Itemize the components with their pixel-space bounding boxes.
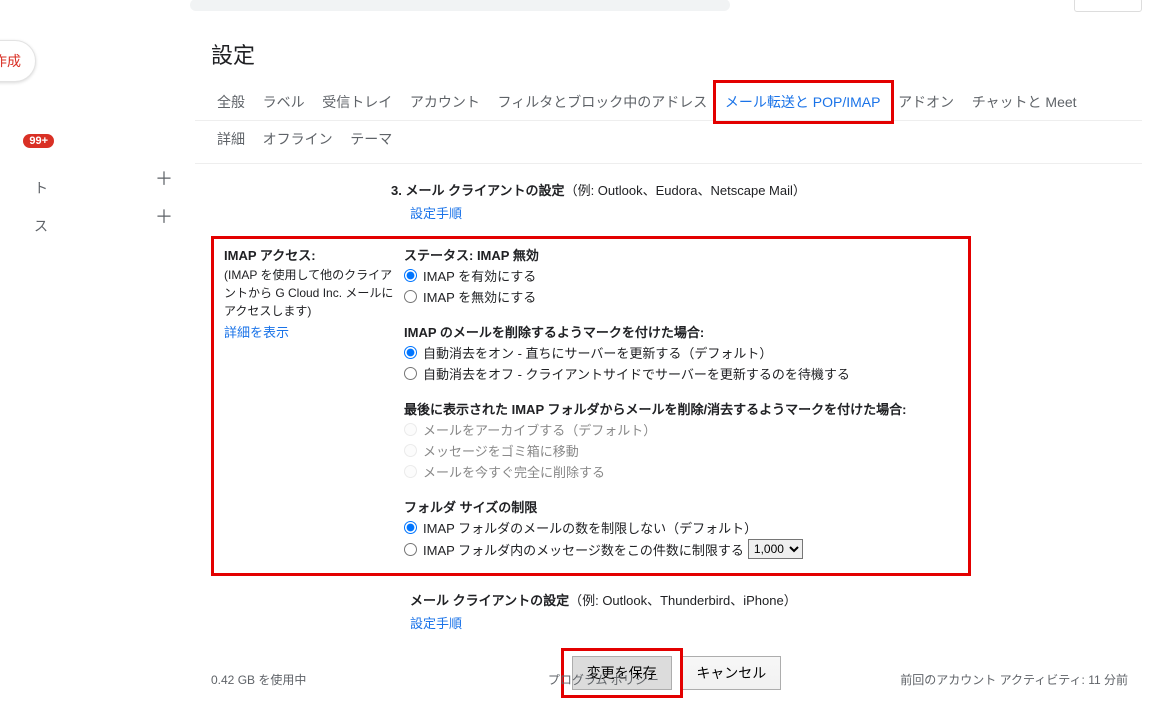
imap-disable-radio-label: IMAP を無効にする	[423, 287, 536, 306]
tab-offline[interactable]: オフライン	[257, 121, 339, 157]
limit-select[interactable]: 1,000	[748, 539, 803, 559]
storage-used: 0.42 GB を使用中	[211, 671, 306, 688]
imap-access-title: IMAP アクセス:	[224, 245, 394, 264]
expunge-on-radio-input[interactable]	[404, 346, 417, 359]
mail-client-setup-heading-2: メール クライアントの設定（例: Outlook、Thunderbird、iPh…	[410, 590, 1142, 609]
page-title: 設定	[195, 30, 1142, 84]
setup-steps-link[interactable]: 設定手順	[410, 206, 462, 221]
header-icons	[972, 0, 1012, 12]
tab-accounts[interactable]: アカウント	[404, 84, 486, 120]
sidebar-item-3[interactable]: ス	[0, 216, 54, 236]
tab-general[interactable]: 全般	[211, 84, 251, 120]
plus-icon[interactable]: ＋	[155, 165, 173, 191]
tab-chat-meet[interactable]: チャットと Meet	[966, 84, 1083, 120]
tab-themes[interactable]: テーマ	[344, 121, 398, 157]
trash-radio[interactable]: メッセージをゴミ箱に移動	[404, 441, 968, 460]
settings-tabs-row1: 全般 ラベル 受信トレイ アカウント フィルタとブロック中のアドレス メール転送…	[195, 84, 1142, 121]
last-folder-group-title: 最後に表示された IMAP フォルダからメールを削除/消去するようマークを付けた…	[404, 399, 968, 418]
no-limit-radio-label: IMAP フォルダのメールの数を制限しない（デフォルト）	[423, 518, 757, 537]
limit-radio[interactable]: IMAP フォルダ内のメッセージ数をこの件数に制限する 1,000	[404, 539, 968, 559]
tab-advanced[interactable]: 詳細	[211, 121, 251, 157]
imap-access-highlight: IMAP アクセス: (IMAP を使用して他のクライアントから G Cloud…	[211, 236, 971, 576]
imap-enable-radio-input[interactable]	[404, 269, 417, 282]
limit-radio-label: IMAP フォルダ内のメッセージ数をこの件数に制限する	[423, 540, 744, 559]
mail-client-setup-heading: 3. メール クライアントの設定（例: Outlook、Eudora、Netsc…	[391, 180, 1142, 199]
settings-tabs-row2: 詳細 オフライン テーマ	[195, 121, 1142, 164]
brand-logo	[1074, 0, 1142, 12]
no-limit-radio-input[interactable]	[404, 521, 417, 534]
limit-radio-input[interactable]	[404, 543, 417, 556]
delete-now-radio-input[interactable]	[404, 465, 417, 478]
compose-button[interactable]: 作成	[0, 40, 36, 82]
expunge-on-radio[interactable]: 自動消去をオン - 直ちにサーバーを更新する（デフォルト）	[404, 343, 968, 362]
imap-enable-radio-label: IMAP を有効にする	[423, 266, 536, 285]
last-activity: 前回のアカウント アクティビティ: 11 分前	[900, 671, 1128, 688]
imap-left-description: IMAP アクセス: (IMAP を使用して他のクライアントから G Cloud…	[214, 245, 394, 561]
imap-disable-radio-input[interactable]	[404, 290, 417, 303]
tab-filters[interactable]: フィルタとブロック中のアドレス	[492, 84, 714, 120]
delete-now-radio[interactable]: メールを今すぐ完全に削除する	[404, 462, 968, 481]
footer-row: 0.42 GB を使用中 プログラム ポリシー 前回のアカウント アクティビティ…	[195, 671, 1132, 688]
expunge-off-radio-input[interactable]	[404, 367, 417, 380]
no-limit-radio[interactable]: IMAP フォルダのメールの数を制限しない（デフォルト）	[404, 518, 968, 537]
sidebar-item-2-label: ト	[34, 178, 48, 198]
imap-detail-link[interactable]: 詳細を表示	[224, 322, 289, 341]
trash-radio-input[interactable]	[404, 444, 417, 457]
plus-icon[interactable]: ＋	[155, 203, 173, 229]
tab-inbox[interactable]: 受信トレイ	[316, 84, 398, 120]
tab-addons[interactable]: アドオン	[892, 84, 960, 120]
program-policy-link[interactable]: プログラム ポリシー	[548, 671, 659, 688]
archive-radio-input[interactable]	[404, 423, 417, 436]
setup-steps-link-2[interactable]: 設定手順	[410, 616, 462, 631]
tab-forwarding-pop-imap[interactable]: メール転送と POP/IMAP	[719, 84, 887, 120]
sidebar-item-2[interactable]: ト	[0, 178, 54, 198]
tab-labels[interactable]: ラベル	[257, 84, 311, 120]
unread-badge: 99+	[23, 134, 54, 148]
trash-radio-label: メッセージをゴミ箱に移動	[423, 441, 579, 460]
imap-enable-radio[interactable]: IMAP を有効にする	[404, 266, 968, 285]
expunge-off-radio[interactable]: 自動消去をオフ - クライアントサイドでサーバーを更新するのを待機する	[404, 364, 968, 383]
imap-status-label: ステータス: IMAP 無効	[404, 245, 968, 264]
sidebar-item-3-label: ス	[34, 216, 48, 236]
folder-size-group-title: フォルダ サイズの制限	[404, 497, 968, 516]
search-bar[interactable]	[190, 0, 730, 11]
imap-disable-radio[interactable]: IMAP を無効にする	[404, 287, 968, 306]
imap-access-subtitle: (IMAP を使用して他のクライアントから G Cloud Inc. メールにア…	[224, 266, 394, 320]
expunge-off-radio-label: 自動消去をオフ - クライアントサイドでサーバーを更新するのを待機する	[423, 364, 850, 383]
archive-radio[interactable]: メールをアーカイブする（デフォルト）	[404, 420, 968, 439]
expunge-group-title: IMAP のメールを削除するようマークを付けた場合:	[404, 322, 968, 341]
archive-radio-label: メールをアーカイブする（デフォルト）	[423, 420, 656, 439]
delete-now-radio-label: メールを今すぐ完全に削除する	[423, 462, 605, 481]
sidebar-item-inbox[interactable]: 99+	[0, 134, 54, 148]
expunge-on-radio-label: 自動消去をオン - 直ちにサーバーを更新する（デフォルト）	[423, 343, 772, 362]
